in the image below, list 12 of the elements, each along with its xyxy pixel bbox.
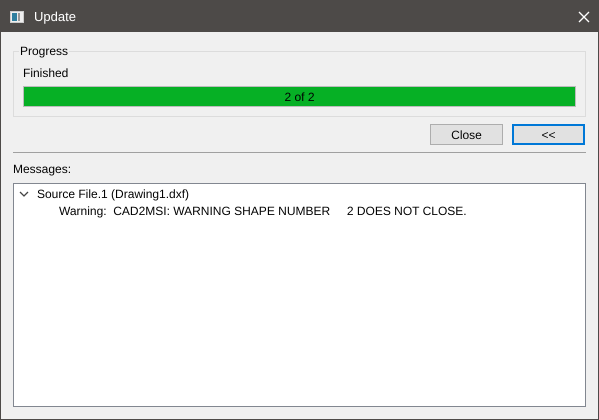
window-icon (10, 10, 24, 22)
tree-item[interactable]: Source File.1 (Drawing1.dxf) (33, 184, 190, 202)
tree-item[interactable]: Warning: CAD2MSI: WARNING SHAPE NUMBER 2 DOES NOT CLOSE. (55, 202, 467, 220)
status-text: Finished (23, 65, 68, 82)
dialog-button[interactable]: Close (430, 124, 503, 145)
messages-label: Messages: (13, 161, 72, 178)
progress-reading: 2 of 2 (283, 88, 316, 106)
close-icon[interactable] (578, 10, 590, 22)
window-title: Update (34, 8, 76, 26)
group-label: Progress (19, 43, 70, 60)
dialog-button[interactable]: << (512, 124, 585, 145)
chevron-down-icon[interactable] (19, 190, 29, 196)
